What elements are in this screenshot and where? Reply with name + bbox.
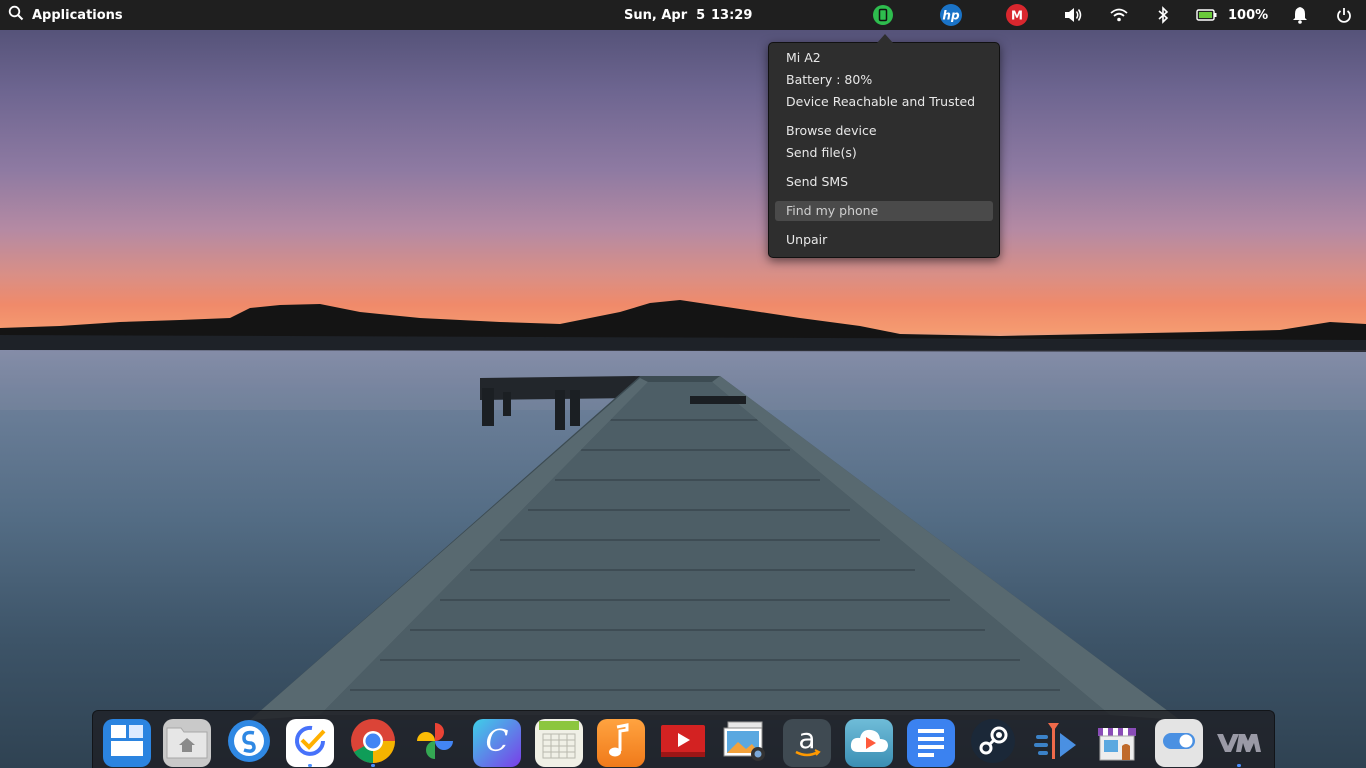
- music-note-icon: [603, 721, 639, 765]
- dock-app-chrome[interactable]: [349, 719, 397, 767]
- running-indicator: [308, 764, 312, 767]
- top-panel: Applications Sun, Apr 5 13:29 hp M 100%: [0, 0, 1366, 30]
- photo-stack-icon: [722, 720, 768, 766]
- dock-app-ticktick[interactable]: [286, 719, 334, 767]
- send-files-item[interactable]: Send file(s): [775, 143, 993, 163]
- dock-app-music[interactable]: [597, 719, 645, 767]
- svg-text:C: C: [486, 724, 509, 759]
- steam-icon: [970, 719, 1016, 767]
- kdeconnect-popover: Mi A2 Battery : 80% Device Reachable and…: [768, 34, 1000, 258]
- calendar-icon: [537, 719, 581, 767]
- applications-label: Applications: [32, 7, 123, 23]
- dock-app-simplenote[interactable]: [225, 719, 273, 767]
- unpair-item[interactable]: Unpair: [775, 230, 993, 250]
- clock-date[interactable]: Sun, Apr 5: [624, 0, 705, 30]
- bluetooth-indicator[interactable]: [1150, 0, 1176, 30]
- wallpaper-scene: [0, 300, 1366, 720]
- document-lines-icon: [913, 723, 949, 763]
- dock-app-photos[interactable]: [411, 719, 459, 767]
- dock-app-image-viewer[interactable]: [721, 719, 769, 767]
- simplenote-icon: [227, 719, 271, 767]
- notifications-bell-icon: [1287, 2, 1313, 28]
- dock-app-cloud-player[interactable]: [845, 719, 893, 767]
- send-sms-item[interactable]: Send SMS: [775, 172, 993, 192]
- shop-icon: [1094, 719, 1140, 767]
- network-indicator[interactable]: [1106, 0, 1132, 30]
- find-my-phone-item[interactable]: Find my phone: [775, 201, 993, 221]
- power-status-indicator[interactable]: 100%: [1196, 0, 1268, 30]
- dock-app-vmware[interactable]: [1215, 719, 1263, 767]
- dock-app-appcenter[interactable]: [1093, 719, 1141, 767]
- pinwheel-icon: [413, 719, 457, 767]
- dock: C a: [92, 710, 1275, 768]
- clock-time[interactable]: 13:29: [711, 0, 752, 30]
- battery-icon: [1196, 2, 1218, 28]
- kdeconnect-indicator[interactable]: [870, 0, 896, 30]
- cursive-c-icon: C: [477, 721, 517, 765]
- dock-app-docs[interactable]: [907, 719, 955, 767]
- desktop-wallpaper: [0, 0, 1366, 768]
- svg-text:hp: hp: [942, 9, 960, 23]
- bluetooth-icon: [1150, 2, 1176, 28]
- applications-menu-button[interactable]: Applications: [8, 0, 123, 30]
- ticktick-icon: [290, 721, 330, 765]
- folder-home-icon: [165, 722, 209, 764]
- power-icon: [1331, 2, 1357, 28]
- dock-app-multitasking-view[interactable]: [103, 719, 151, 767]
- dock-app-steam[interactable]: [969, 719, 1017, 767]
- svg-text:M: M: [1011, 9, 1023, 23]
- dock-app-mail-send[interactable]: [1031, 719, 1079, 767]
- mega-icon: M: [1004, 2, 1030, 28]
- volume-indicator[interactable]: [1060, 0, 1086, 30]
- send-arrow-icon: [1032, 719, 1078, 767]
- hp-indicator[interactable]: hp: [938, 0, 964, 30]
- toggle-switch-icon: [1159, 721, 1199, 765]
- volume-icon: [1060, 2, 1086, 28]
- device-name: Mi A2: [786, 50, 821, 65]
- browse-device-item[interactable]: Browse device: [775, 121, 993, 141]
- chrome-icon: [350, 719, 396, 767]
- vmware-icon: [1215, 726, 1263, 760]
- multitasking-view-icon: [107, 721, 147, 765]
- battery-percent: 100%: [1228, 7, 1269, 23]
- running-indicator: [371, 764, 375, 767]
- svg-text:a: a: [798, 722, 815, 755]
- wifi-icon: [1106, 2, 1132, 28]
- dock-app-files[interactable]: [163, 719, 211, 767]
- notifications-indicator[interactable]: [1287, 0, 1313, 30]
- device-battery: Battery : 80%: [786, 72, 873, 87]
- running-indicator: [1237, 764, 1241, 767]
- dock-app-amazon[interactable]: a: [783, 719, 831, 767]
- amazon-icon: a: [787, 721, 827, 765]
- hp-icon: hp: [938, 2, 964, 28]
- mega-indicator[interactable]: M: [1004, 0, 1030, 30]
- kdeconnect-phone-icon: [870, 2, 896, 28]
- device-status: Device Reachable and Trusted: [786, 94, 976, 109]
- cloud-play-icon: [848, 724, 890, 762]
- dock-app-switchboard[interactable]: [1155, 719, 1203, 767]
- dock-app-youtube[interactable]: [659, 719, 707, 767]
- session-indicator[interactable]: [1331, 0, 1357, 30]
- dock-app-c-editor[interactable]: C: [473, 719, 521, 767]
- youtube-icon: [660, 722, 706, 764]
- search-icon: [8, 5, 24, 25]
- dock-app-calendar[interactable]: [535, 719, 583, 767]
